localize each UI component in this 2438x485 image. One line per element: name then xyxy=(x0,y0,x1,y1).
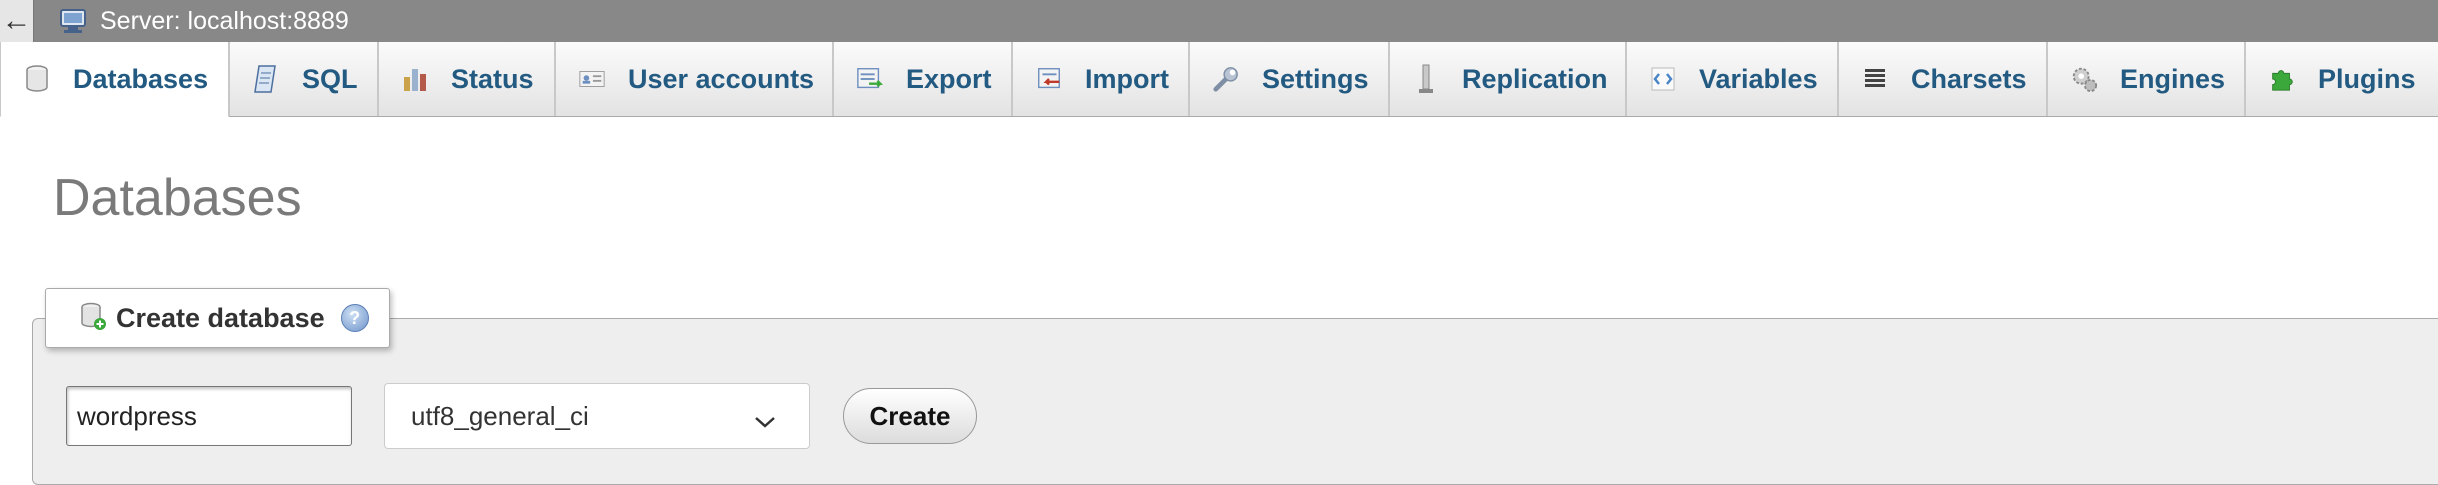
engines-gear-icon xyxy=(2070,65,2098,93)
tab-replication[interactable]: Replication xyxy=(1389,42,1626,116)
tab-label: Plugins xyxy=(2318,63,2416,94)
tab-charsets[interactable]: Charsets xyxy=(1838,42,2047,116)
tab-label: Export xyxy=(906,63,992,94)
main-tab-bar: Databases SQL Status User accounts Expor… xyxy=(0,42,2438,117)
page-title: Databases xyxy=(53,169,302,227)
tab-label: Replication xyxy=(1462,63,1608,94)
database-icon xyxy=(23,65,51,93)
tab-engines[interactable]: Engines xyxy=(2047,42,2245,116)
tab-label: User accounts xyxy=(628,63,815,94)
import-icon xyxy=(1035,65,1063,93)
export-icon xyxy=(856,65,884,93)
puzzle-icon xyxy=(2268,65,2296,93)
server-icon xyxy=(58,8,88,34)
tab-export[interactable]: Export xyxy=(833,42,1012,116)
collation-select[interactable]: utf8_general_ci xyxy=(384,383,810,449)
create-database-icon xyxy=(78,301,108,336)
tab-variables[interactable]: Variables xyxy=(1626,42,1838,116)
status-chart-icon xyxy=(401,65,429,93)
server-link[interactable]: Server: localhost:8889 xyxy=(100,7,349,36)
help-icon[interactable]: ? xyxy=(340,304,369,332)
collation-selected-value: utf8_general_ci xyxy=(411,400,589,431)
tab-label: Status xyxy=(451,63,534,94)
chevron-down-icon xyxy=(753,406,777,437)
tab-status[interactable]: Status xyxy=(378,42,555,116)
tab-settings[interactable]: Settings xyxy=(1189,42,1389,116)
charsets-icon xyxy=(1861,65,1889,93)
user-card-icon xyxy=(578,65,606,93)
tab-import[interactable]: Import xyxy=(1012,42,1189,116)
variables-icon xyxy=(1649,65,1677,93)
tab-sql[interactable]: SQL xyxy=(229,42,378,116)
tab-label: Charsets xyxy=(1911,63,2027,94)
tab-databases[interactable]: Databases xyxy=(0,42,229,117)
tab-label: Databases xyxy=(73,63,209,94)
replication-icon xyxy=(1412,64,1440,93)
tab-plugins[interactable]: Plugins xyxy=(2245,42,2438,116)
tab-label: Variables xyxy=(1699,63,1818,94)
database-name-input[interactable] xyxy=(66,386,352,446)
sql-icon xyxy=(252,65,280,93)
tab-label: SQL xyxy=(302,63,358,94)
create-button[interactable]: Create xyxy=(843,388,977,444)
create-database-heading: Create database xyxy=(116,302,325,333)
back-arrow-button[interactable]: ← xyxy=(0,0,34,42)
tab-user-accounts[interactable]: User accounts xyxy=(555,42,833,116)
tab-label: Import xyxy=(1085,63,1169,94)
wrench-icon xyxy=(1212,65,1240,93)
create-database-legend: Create database ? xyxy=(45,288,390,348)
tab-label: Engines xyxy=(2120,63,2226,94)
tab-label: Settings xyxy=(1262,63,1369,94)
server-breadcrumb-bar: ← Server: localhost:8889 xyxy=(0,0,2438,42)
